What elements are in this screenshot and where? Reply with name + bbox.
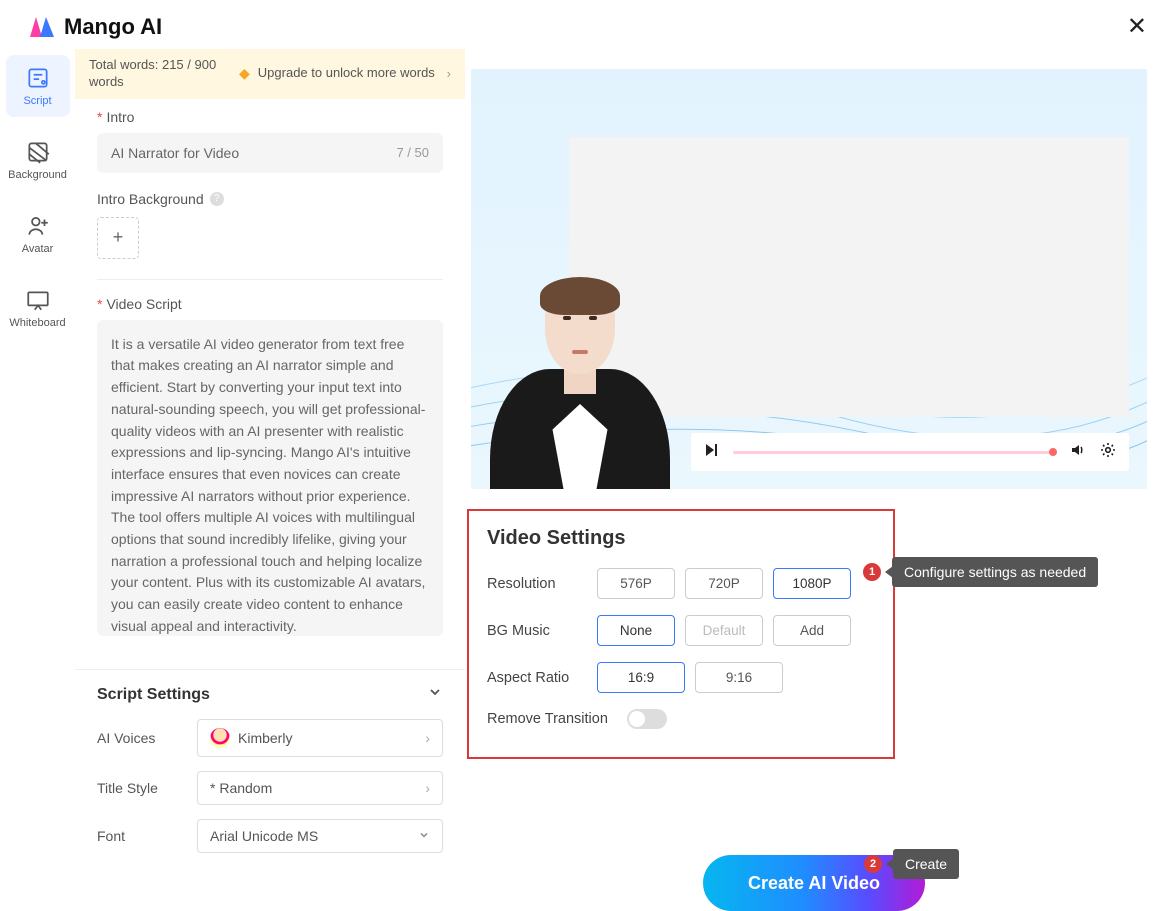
- avatar-icon: [25, 213, 51, 239]
- intro-input[interactable]: AI Narrator for Video 7 / 50: [97, 133, 443, 173]
- remove-transition-label: Remove Transition: [487, 711, 617, 727]
- logo-icon: [28, 15, 56, 39]
- bgmusic-none-button[interactable]: None: [597, 615, 675, 646]
- callout-1: 1 Configure settings as needed: [863, 557, 1098, 587]
- play-next-icon[interactable]: [703, 441, 721, 464]
- bgmusic-label: BG Music: [487, 623, 587, 639]
- divider: [97, 279, 443, 280]
- background-icon: [25, 139, 51, 165]
- script-icon: [25, 65, 51, 91]
- gear-icon[interactable]: [1099, 441, 1117, 464]
- video-settings-title: Video Settings: [487, 527, 875, 550]
- help-icon[interactable]: ?: [210, 192, 224, 206]
- callout-2-text: Create: [893, 849, 959, 879]
- sidebar-item-whiteboard[interactable]: Whiteboard: [6, 277, 70, 339]
- bgmusic-add-button[interactable]: Add: [773, 615, 851, 646]
- video-script-textarea[interactable]: It is a versatile AI video generator fro…: [97, 320, 443, 636]
- resolution-720p-button[interactable]: 720P: [685, 568, 763, 599]
- sidebar-item-background[interactable]: Background: [6, 129, 70, 191]
- sidebar: Script Background Avatar Whiteboard: [0, 49, 75, 881]
- sidebar-item-label: Avatar: [22, 243, 54, 255]
- chevron-down-icon: [418, 828, 430, 844]
- whiteboard-icon: [25, 287, 51, 313]
- aspect-label: Aspect Ratio: [487, 670, 587, 686]
- script-settings-title: Script Settings: [97, 686, 210, 704]
- resolution-label: Resolution: [487, 576, 587, 592]
- preview-canvas: [471, 69, 1147, 489]
- diamond-icon: ◆: [239, 65, 250, 82]
- video-script-label: *Video Script: [97, 296, 443, 312]
- player-bar: [691, 433, 1129, 471]
- intro-background-label: Intro Background ?: [97, 191, 443, 207]
- voice-avatar-icon: [210, 728, 230, 748]
- seek-slider[interactable]: [733, 451, 1057, 454]
- callout-2-badge: 2: [864, 855, 882, 873]
- intro-counter: 7 / 50: [396, 145, 429, 160]
- resolution-1080p-button[interactable]: 1080P: [773, 568, 851, 599]
- aspect-9-16-button[interactable]: 9:16: [695, 662, 783, 693]
- sidebar-item-avatar[interactable]: Avatar: [6, 203, 70, 265]
- sidebar-item-script[interactable]: Script: [6, 55, 70, 117]
- chevron-down-icon: [427, 684, 443, 705]
- volume-icon[interactable]: [1069, 441, 1087, 464]
- add-intro-background-button[interactable]: +: [97, 217, 139, 259]
- bgmusic-default-button[interactable]: Default: [685, 615, 763, 646]
- ai-voices-label: AI Voices: [97, 730, 197, 746]
- script-settings-toggle[interactable]: Script Settings: [97, 684, 443, 705]
- intro-label: *Intro: [97, 109, 443, 125]
- callout-1-badge: 1: [863, 563, 881, 581]
- aspect-16-9-button[interactable]: 16:9: [597, 662, 685, 693]
- brand-logo: Mango AI: [28, 14, 162, 40]
- callout-2: 2 Create: [864, 849, 959, 879]
- remove-transition-toggle[interactable]: [627, 709, 667, 729]
- preview-avatar: [485, 229, 675, 489]
- chevron-right-icon: ›: [425, 730, 430, 746]
- word-count: Total words: 215 / 900 words: [89, 57, 239, 91]
- sidebar-item-label: Background: [8, 169, 67, 181]
- sidebar-item-label: Script: [23, 95, 51, 107]
- upgrade-banner[interactable]: Total words: 215 / 900 words ◆ Upgrade t…: [75, 49, 465, 99]
- sidebar-item-label: Whiteboard: [9, 317, 65, 329]
- font-label: Font: [97, 828, 197, 844]
- intro-value: AI Narrator for Video: [111, 145, 239, 161]
- ai-voices-select[interactable]: Kimberly ›: [197, 719, 443, 757]
- title-style-label: Title Style: [97, 780, 197, 796]
- video-settings-panel: Video Settings Resolution 576P 720P 1080…: [467, 509, 895, 759]
- title-style-select[interactable]: * Random ›: [197, 771, 443, 805]
- callout-1-text: Configure settings as needed: [892, 557, 1098, 587]
- upgrade-text: Upgrade to unlock more words: [258, 65, 447, 82]
- font-select[interactable]: Arial Unicode MS: [197, 819, 443, 853]
- chevron-right-icon: ›: [425, 780, 430, 796]
- close-icon[interactable]: ✕: [1127, 12, 1147, 41]
- brand-name: Mango AI: [64, 14, 162, 40]
- resolution-576p-button[interactable]: 576P: [597, 568, 675, 599]
- chevron-right-icon: ›: [447, 66, 451, 81]
